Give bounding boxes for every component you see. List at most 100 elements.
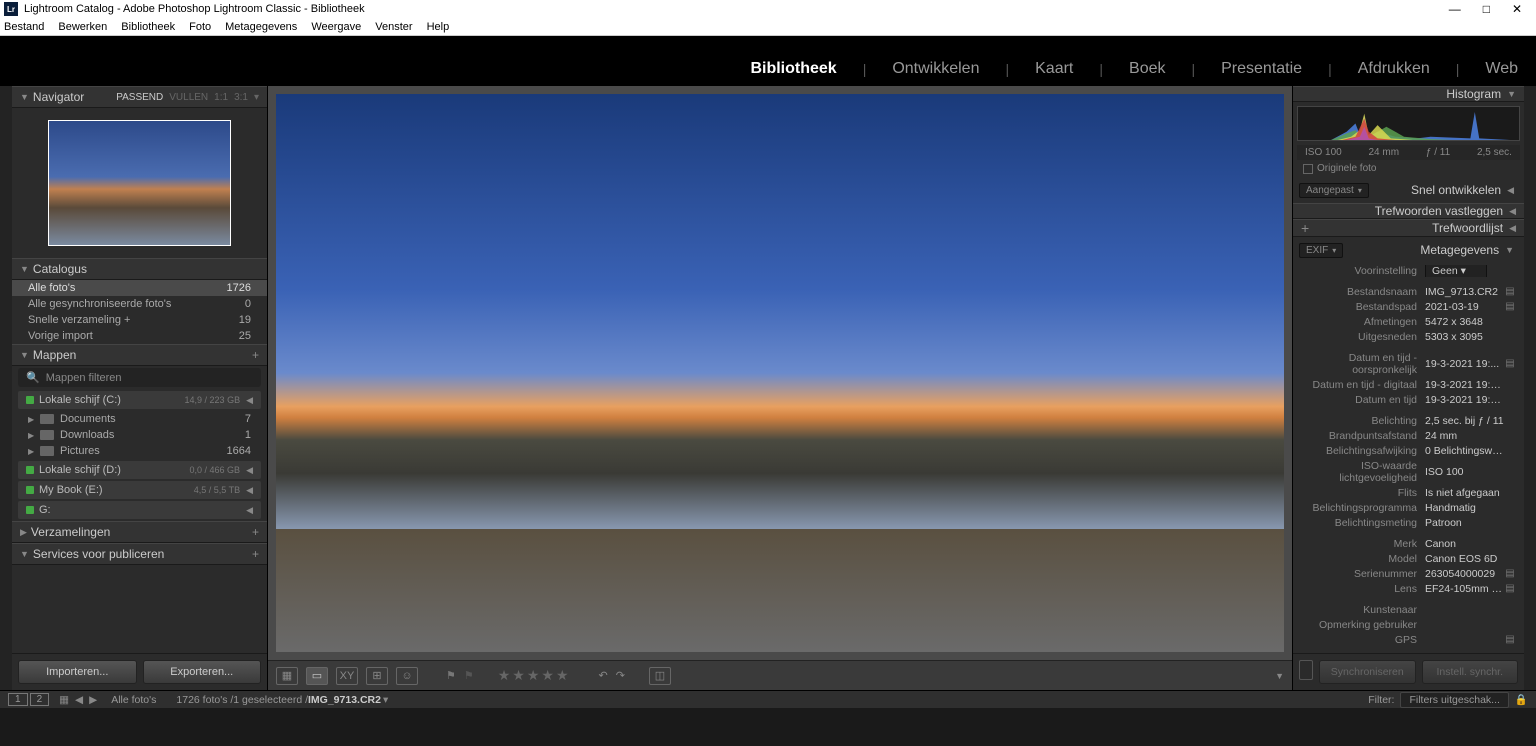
redo-icon[interactable]: ↷ (616, 669, 625, 682)
services-header[interactable]: ▼ Services voor publiceren + (12, 543, 267, 565)
nav-zoom-3:1[interactable]: 3:1 (234, 92, 248, 103)
meta-preset-row[interactable]: VoorinstellingGeen ▾ (1295, 263, 1522, 278)
original-photo-label: Originele foto (1317, 163, 1376, 174)
folder-filter-label: Mappen filteren (46, 372, 122, 384)
nav-zoom-vullen[interactable]: VULLEN (169, 92, 208, 103)
module-picker-bar: Bibliotheek|Ontwikkelen|Kaart|Boek|Prese… (0, 36, 1536, 86)
right-panel: Histogram ▼ ISO 100 24 mm ƒ / 11 2,5 sec… (1292, 86, 1524, 690)
menu-weergave[interactable]: Weergave (311, 21, 361, 33)
preview-photo (276, 94, 1284, 652)
trefwoorden-vastleggen-header[interactable]: Trefwoorden vastleggen◀ (1293, 203, 1524, 219)
module-web[interactable]: Web (1481, 60, 1522, 78)
grid-icon[interactable]: ▦ (59, 694, 69, 706)
close-button[interactable]: ✕ (1512, 2, 1522, 16)
folder-filter-input[interactable]: 🔍 Mappen filteren (18, 368, 261, 387)
undo-icon[interactable]: ↶ (599, 669, 608, 682)
maximize-button[interactable]: □ (1483, 2, 1490, 16)
original-photo-checkbox[interactable]: Originele foto (1293, 160, 1524, 177)
drive-row[interactable]: Lokale schijf (C:)14,9 / 223 GB◀ (18, 391, 261, 409)
screen-1-button[interactable]: 1 (8, 693, 28, 706)
center-area: ▦ ▭ XY ⊞ ☺ ⚑ ⚑ ★★★★★ ↶ ↷ ◫ ▼ (268, 86, 1292, 690)
meta-row: BestandsnaamIMG_9713.CR2▤ (1295, 284, 1522, 299)
histogram-display[interactable] (1297, 106, 1520, 141)
loupe-view-icon[interactable]: ▭ (306, 667, 328, 685)
menu-help[interactable]: Help (427, 21, 450, 33)
bottom-toolbar: ▦ ▭ XY ⊞ ☺ ⚑ ⚑ ★★★★★ ↶ ↷ ◫ ▼ (268, 660, 1292, 690)
aangepast-dropdown[interactable]: Aangepast▾ (1299, 183, 1369, 198)
disclosure-triangle-icon: ▼ (20, 549, 29, 559)
nav-zoom-passend[interactable]: PASSEND (116, 92, 163, 103)
navigator-thumbnail[interactable] (48, 120, 231, 246)
menu-venster[interactable]: Venster (375, 21, 412, 33)
status-file[interactable]: IMG_9713.CR2 (308, 694, 381, 706)
right-edge-strip[interactable] (1524, 86, 1536, 690)
catalogus-list: Alle foto's1726Alle gesynchroniseerde fo… (12, 280, 267, 344)
add-collection-icon[interactable]: + (252, 525, 259, 539)
folder-row[interactable]: ▶Downloads1 (12, 427, 267, 443)
add-service-icon[interactable]: + (252, 547, 259, 561)
lock-icon[interactable]: 🔒 (1515, 693, 1528, 706)
people-view-icon[interactable]: ☺ (396, 667, 418, 685)
menu-bestand[interactable]: Bestand (4, 21, 44, 33)
histogram-header[interactable]: Histogram ▼ (1293, 86, 1524, 102)
catalog-item[interactable]: Alle foto's1726 (12, 280, 267, 296)
drive-row[interactable]: G:◀ (18, 501, 261, 519)
crop-overlay-icon[interactable]: ◫ (649, 667, 671, 685)
menu-metagegevens[interactable]: Metagegevens (225, 21, 297, 33)
import-button[interactable]: Importeren... (18, 660, 137, 684)
meta-row: Kunstenaar (1295, 602, 1522, 617)
next-icon[interactable]: ▶ (89, 694, 97, 706)
flag-pick-icon[interactable]: ⚑ (446, 669, 456, 682)
menu-bewerken[interactable]: Bewerken (58, 21, 107, 33)
iso-value: ISO 100 (1305, 147, 1342, 158)
folder-row[interactable]: ▶Documents7 (12, 411, 267, 427)
menu-bibliotheek[interactable]: Bibliotheek (121, 21, 175, 33)
menu-foto[interactable]: Foto (189, 21, 211, 33)
add-folder-icon[interactable]: + (252, 348, 259, 362)
flag-reject-icon[interactable]: ⚑ (464, 669, 474, 682)
verzamelingen-title: Verzamelingen (31, 525, 110, 539)
module-boek[interactable]: Boek (1125, 60, 1169, 78)
module-kaart[interactable]: Kaart (1031, 60, 1077, 78)
shutter-value: 2,5 sec. (1477, 147, 1512, 158)
rating-stars[interactable]: ★★★★★ (498, 667, 571, 684)
module-presentatie[interactable]: Presentatie (1217, 60, 1306, 78)
survey-view-icon[interactable]: ⊞ (366, 667, 388, 685)
mappen-header[interactable]: ▼ Mappen + (12, 344, 267, 366)
catalogus-header[interactable]: ▼ Catalogus (12, 258, 267, 280)
metagegevens-header[interactable]: Metagegevens▼ (1347, 239, 1518, 261)
filter-dropdown[interactable]: Filters uitgeschak... (1400, 692, 1508, 708)
snel-ontwikkelen-header[interactable]: Snel ontwikkelen◀ (1373, 179, 1518, 201)
module-ontwikkelen[interactable]: Ontwikkelen (888, 60, 983, 78)
grid-view-icon[interactable]: ▦ (276, 667, 298, 685)
verzamelingen-header[interactable]: ▶ Verzamelingen + (12, 521, 267, 543)
sync-toggle-icon[interactable] (1299, 660, 1313, 680)
module-afdrukken[interactable]: Afdrukken (1354, 60, 1434, 78)
drive-row[interactable]: My Book (E:)4,5 / 5,5 TB◀ (18, 481, 261, 499)
navigator-header[interactable]: ▼ Navigator PASSENDVULLEN1:13:1▾ (12, 86, 267, 108)
export-button[interactable]: Exporteren... (143, 660, 262, 684)
prev-icon[interactable]: ◀ (75, 694, 83, 706)
module-bibliotheek[interactable]: Bibliotheek (746, 60, 840, 78)
catalog-item[interactable]: Vorige import25 (12, 328, 267, 344)
folder-row[interactable]: ▶Pictures1664 (12, 443, 267, 459)
trefwoordlijst-header[interactable]: + Trefwoordlijst◀ (1293, 219, 1524, 237)
left-edge-strip[interactable] (0, 86, 12, 690)
catalog-item[interactable]: Snelle verzameling +19 (12, 312, 267, 328)
nav-zoom-menu-icon[interactable]: ▾ (254, 92, 259, 103)
menu-bar: Bestand Bewerken Bibliotheek Foto Metagegeve… (0, 18, 1536, 36)
toolbar-menu-icon[interactable]: ▼ (1275, 671, 1284, 681)
disclosure-triangle-icon: ▶ (20, 527, 27, 538)
meta-row: Bestandspad2021-03-19▤ (1295, 299, 1522, 314)
drive-row[interactable]: Lokale schijf (D:)0,0 / 466 GB◀ (18, 461, 261, 479)
meta-row: Uitgesneden5303 x 3095 (1295, 329, 1522, 344)
add-keyword-icon[interactable]: + (1301, 220, 1309, 236)
nav-zoom-1:1[interactable]: 1:1 (214, 92, 228, 103)
screen-2-button[interactable]: 2 (30, 693, 50, 706)
catalog-item[interactable]: Alle gesynchroniseerde foto's0 (12, 296, 267, 312)
status-bar: 1 2 ▦ ◀ ▶ Alle foto's 1726 foto's /1 ges… (0, 690, 1536, 708)
image-viewer[interactable] (268, 86, 1292, 660)
minimize-button[interactable]: — (1449, 2, 1461, 16)
exif-dropdown[interactable]: EXIF▾ (1299, 243, 1343, 258)
compare-view-icon[interactable]: XY (336, 667, 358, 685)
